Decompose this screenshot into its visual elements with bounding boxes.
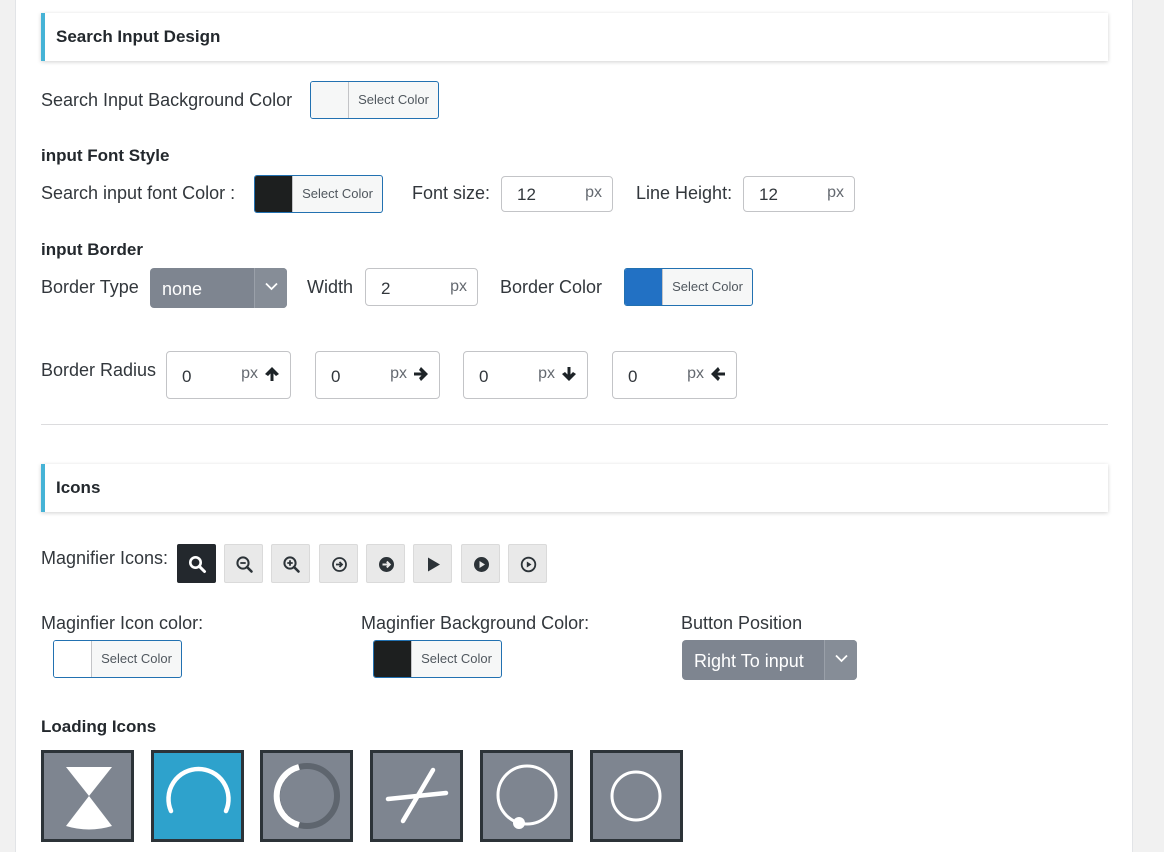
- font-color-label: Search input font Color :: [41, 183, 236, 203]
- section-header-icons: Icons: [41, 464, 1108, 512]
- chevron-down-icon: [824, 640, 857, 680]
- loading-option-circle[interactable]: [590, 750, 683, 842]
- magnifier-option-circle-arrow-small[interactable]: [319, 544, 358, 583]
- magnifier-option-search[interactable]: [177, 544, 216, 583]
- border-type-value: none: [162, 279, 203, 299]
- font-size-unit: px: [585, 184, 602, 201]
- border-color-swatch: [625, 269, 663, 305]
- magnifier-option-zoom-out[interactable]: [224, 544, 263, 583]
- play-icon: [428, 557, 440, 572]
- radius-top-value: 0: [182, 367, 192, 386]
- font-size-input[interactable]: 12 px: [501, 176, 613, 212]
- bg-color-label: Search Input Background Color: [41, 90, 293, 110]
- arrow-up-icon: [265, 367, 279, 381]
- border-color-picker[interactable]: Select Color: [624, 268, 753, 306]
- search-icon: [189, 556, 206, 573]
- dot-ring-spinner-icon: [496, 764, 558, 829]
- loading-option-dot-ring-spinner[interactable]: [480, 750, 573, 842]
- border-color-button-label: Select Color: [672, 279, 743, 294]
- border-width-unit: px: [450, 278, 467, 295]
- section-header-search-input-design: Search Input Design: [41, 13, 1108, 61]
- icon-color-label: Maginfier Icon color:: [41, 613, 204, 633]
- magnifier-option-circle-play[interactable]: [461, 544, 500, 583]
- button-position-label: Button Position: [681, 613, 803, 633]
- magnifier-bg-color-button-label: Select Color: [421, 651, 492, 666]
- magnifier-option-zoom-in[interactable]: [271, 544, 310, 583]
- font-size-label: Font size:: [412, 183, 491, 203]
- border-type-select[interactable]: none: [150, 268, 287, 308]
- border-heading: input Border: [41, 240, 143, 259]
- arc-spinner-icon: [166, 766, 231, 814]
- line-height-value: 12: [759, 185, 778, 204]
- icon-color-picker[interactable]: Select Color: [53, 640, 182, 678]
- border-radius-label: Border Radius: [41, 360, 157, 380]
- loading-icons-heading: Loading Icons: [41, 717, 157, 736]
- magnifier-option-circle-arrow[interactable]: [366, 544, 405, 583]
- radius-top-input[interactable]: 0 px: [166, 351, 291, 399]
- ring-spinner-icon: [273, 763, 340, 829]
- border-color-label: Border Color: [500, 277, 603, 297]
- arrow-right-icon: [414, 367, 428, 381]
- loading-option-cross-spinner[interactable]: [370, 750, 463, 842]
- circle-arrow-small-icon: [332, 557, 347, 572]
- radius-right-input[interactable]: 0 px: [315, 351, 440, 399]
- magnifier-bg-color-picker[interactable]: Select Color: [373, 640, 502, 678]
- loading-option-arc-spinner[interactable]: [151, 750, 244, 842]
- radius-right-value: 0: [331, 367, 341, 386]
- border-width-input[interactable]: 2 px: [365, 268, 478, 306]
- font-color-button-label: Select Color: [302, 186, 373, 201]
- border-type-label: Border Type: [41, 277, 139, 297]
- circle-arrow-icon: [379, 557, 394, 572]
- font-size-value: 12: [517, 185, 536, 204]
- arrow-down-icon: [562, 367, 576, 381]
- bg-color-swatch: [311, 82, 349, 118]
- radius-bottom-unit: px: [538, 365, 555, 382]
- button-position-value: Right To input: [694, 651, 804, 671]
- zoom-out-icon: [236, 556, 253, 573]
- loading-option-hourglass[interactable]: [41, 750, 134, 842]
- arrow-left-icon: [711, 367, 725, 381]
- radius-left-input[interactable]: 0 px: [612, 351, 737, 399]
- font-color-picker[interactable]: Select Color: [254, 175, 383, 213]
- circle-play-outline-icon: [520, 556, 537, 573]
- magnifier-option-circle-play-outline[interactable]: [508, 544, 547, 583]
- loading-option-ring-spinner[interactable]: [260, 750, 353, 842]
- magnifier-option-play[interactable]: [413, 544, 452, 583]
- bg-color-picker[interactable]: Select Color: [310, 81, 439, 119]
- radius-right-unit: px: [390, 365, 407, 382]
- chevron-down-icon: [254, 268, 287, 308]
- magnifier-bg-color-label: Maginfier Background Color:: [361, 613, 590, 633]
- radius-top-unit: px: [241, 365, 258, 382]
- line-height-unit: px: [827, 184, 844, 201]
- font-style-heading: input Font Style: [41, 146, 170, 165]
- radius-left-unit: px: [687, 365, 704, 382]
- circle-icon: [610, 770, 662, 822]
- radius-left-value: 0: [628, 367, 638, 386]
- circle-play-icon: [474, 557, 489, 572]
- icon-color-swatch: [54, 641, 92, 677]
- radius-bottom-input[interactable]: 0 px: [463, 351, 588, 399]
- settings-panel: [15, 0, 1133, 852]
- width-label: Width: [307, 277, 354, 297]
- cross-spinner-icon: [385, 767, 449, 824]
- line-height-input[interactable]: 12 px: [743, 176, 855, 212]
- icon-color-button-label: Select Color: [101, 651, 172, 666]
- radius-bottom-value: 0: [479, 367, 489, 386]
- hourglass-icon: [66, 767, 112, 830]
- border-width-value: 2: [381, 279, 391, 298]
- line-height-label: Line Height:: [636, 183, 733, 203]
- magnifier-icons-label: Magnifier Icons:: [41, 548, 169, 568]
- magnifier-bg-color-swatch: [374, 641, 412, 677]
- font-color-swatch: [255, 176, 293, 212]
- section-divider: [41, 424, 1108, 425]
- button-position-select[interactable]: Right To input: [682, 640, 857, 680]
- zoom-in-icon: [283, 556, 300, 573]
- bg-color-button-label: Select Color: [358, 92, 429, 107]
